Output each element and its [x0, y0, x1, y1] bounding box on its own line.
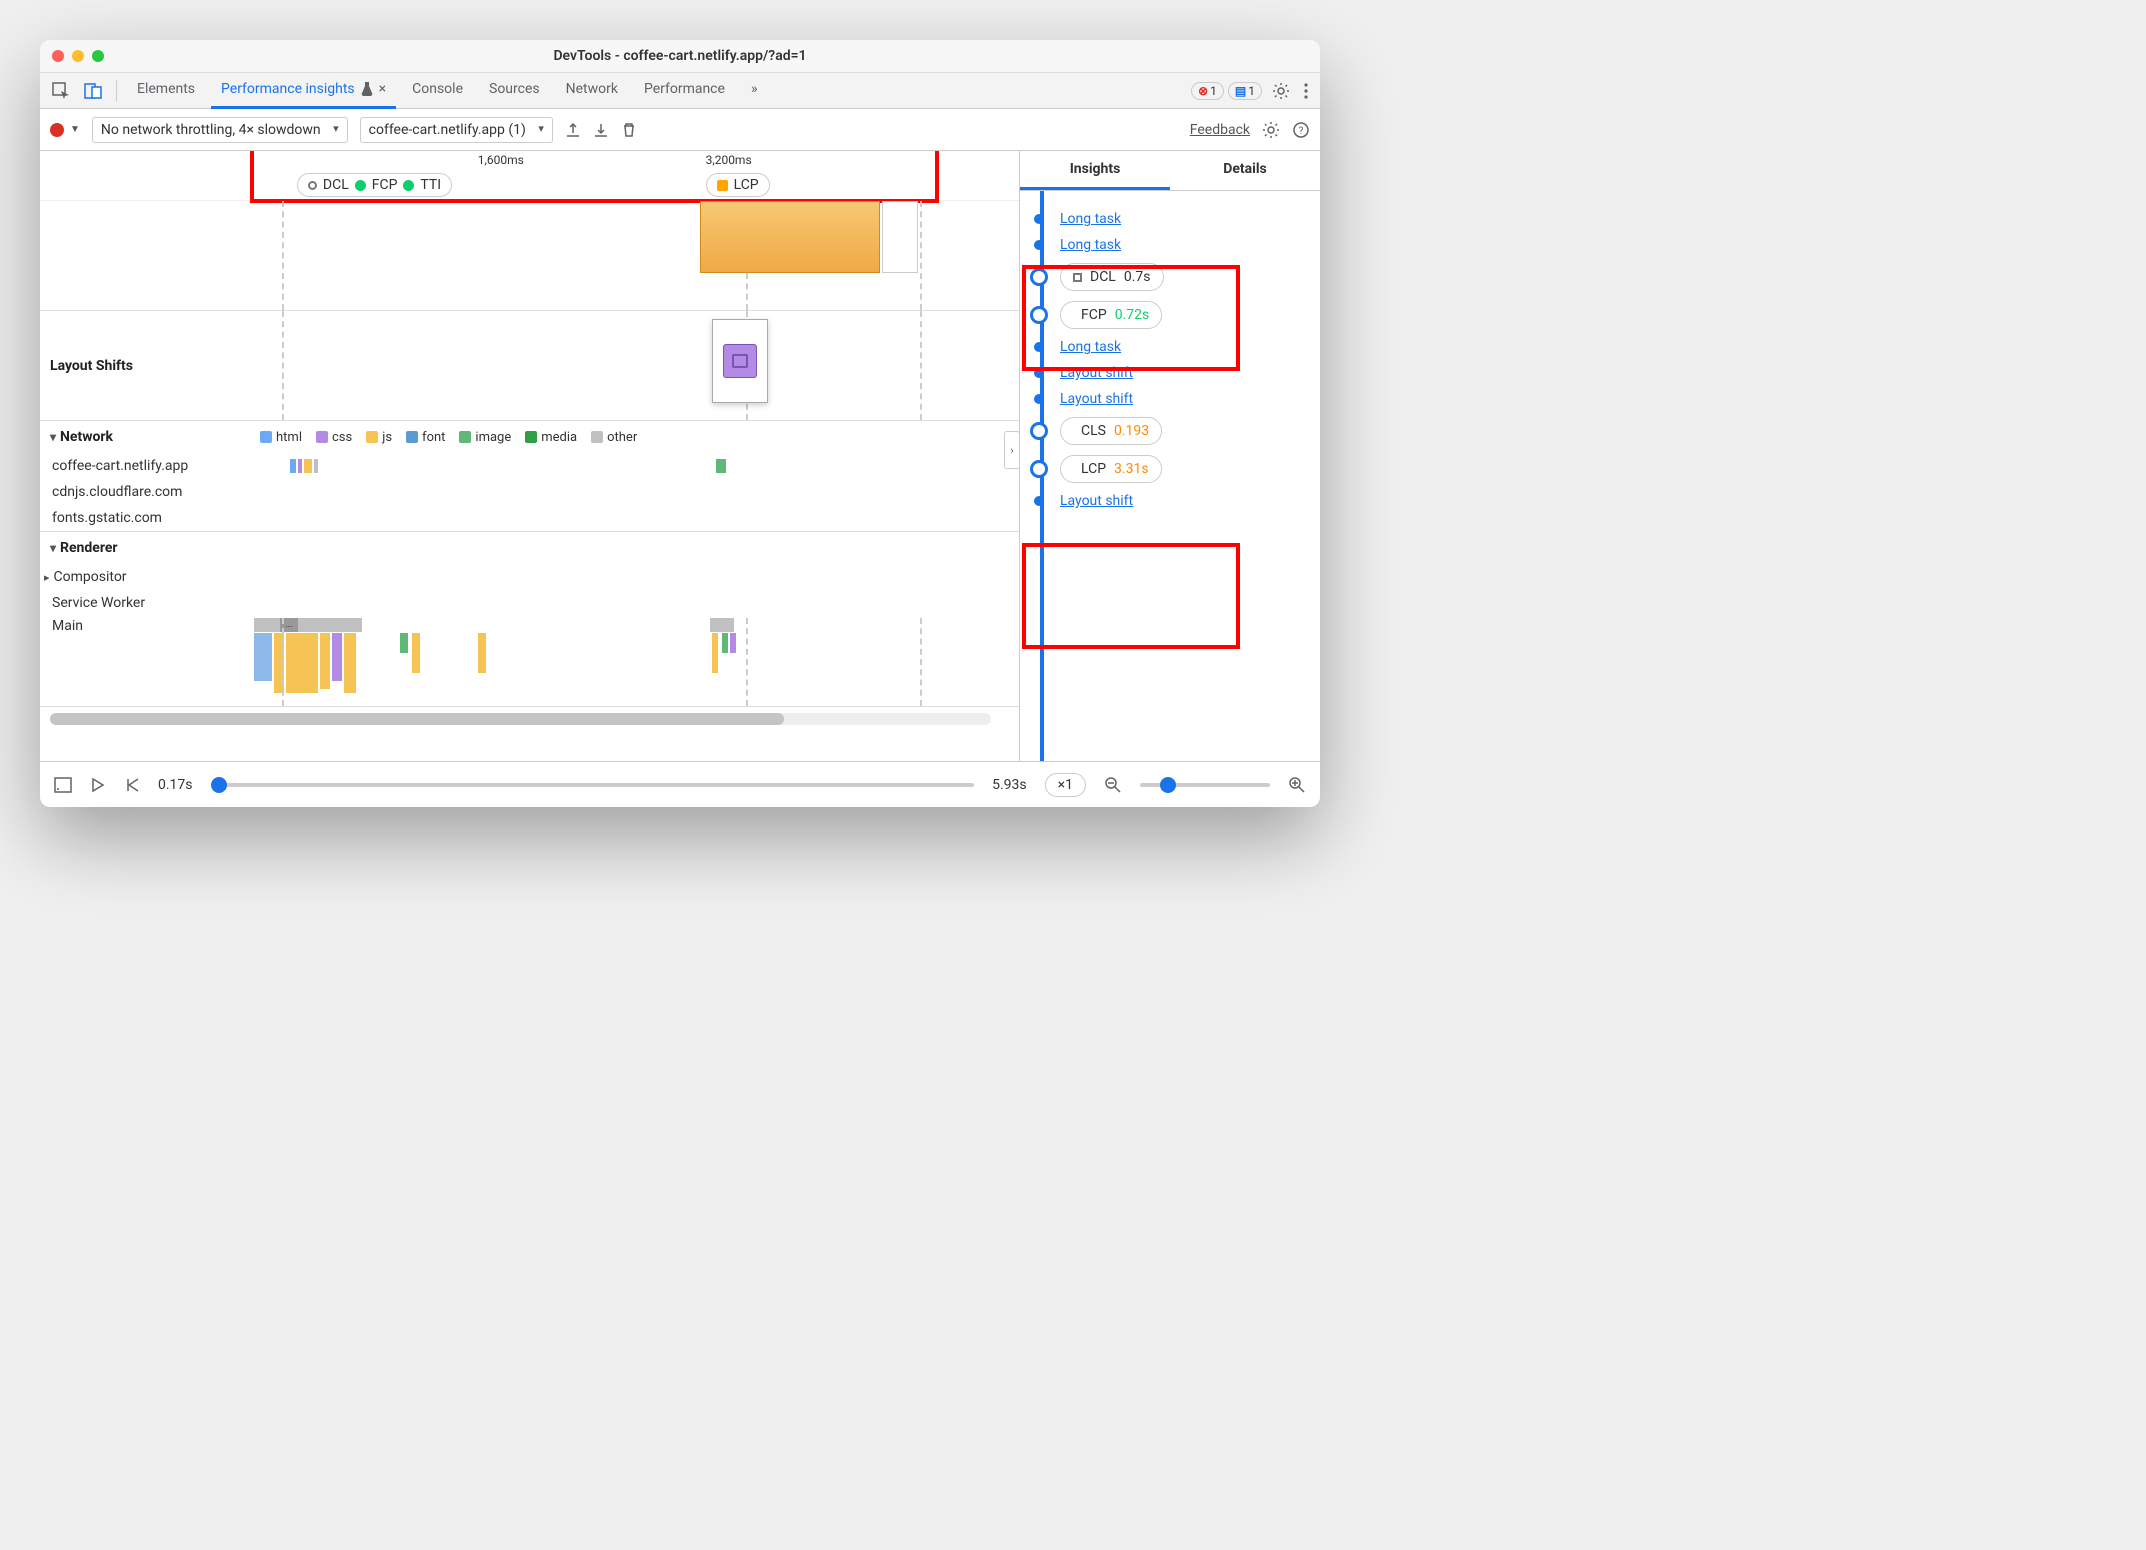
metric-pill-group[interactable]: LCP: [706, 173, 770, 197]
export-icon[interactable]: [565, 122, 581, 138]
network-section: Network htmlcssjsfont image media other cof…: [40, 421, 1019, 532]
insight-link[interactable]: Long task: [1060, 237, 1121, 253]
insight-metric-pill[interactable]: LCP3.31s: [1060, 455, 1162, 483]
pane-resize-handle[interactable]: ›: [1004, 431, 1020, 469]
maximize-window-button[interactable]: [92, 50, 104, 62]
play-icon[interactable]: [90, 777, 106, 793]
speed-pill[interactable]: ×1: [1045, 773, 1086, 797]
toggle-view-icon[interactable]: [54, 777, 72, 793]
network-label[interactable]: Network: [60, 429, 113, 445]
insight-link[interactable]: Layout shift: [1060, 365, 1133, 381]
network-host-row[interactable]: coffee-cart.netlify.app: [40, 453, 1019, 479]
recording-select[interactable]: coffee-cart.netlify.app (1): [360, 117, 553, 143]
legend-item: image: [459, 430, 511, 445]
timeline-pane: 1,600ms 3,200ms DCLFCPTTI LCP Layout Shift…: [40, 151, 1020, 761]
panel-settings-gear-icon[interactable]: [1262, 121, 1280, 139]
tab-network[interactable]: Network: [556, 73, 628, 109]
record-dropdown-icon[interactable]: ▼: [70, 124, 80, 135]
insight-link[interactable]: Layout shift: [1060, 493, 1133, 509]
devtools-window: DevTools - coffee-cart.netlify.app/?ad=1…: [40, 40, 1320, 807]
main-thread-row[interactable]: Main: [52, 618, 83, 634]
import-icon[interactable]: [593, 122, 609, 138]
insight-metric-pill[interactable]: DCL0.7s: [1060, 263, 1164, 291]
error-count-badge[interactable]: ⊗1: [1191, 82, 1224, 100]
tab-elements[interactable]: Elements: [127, 73, 205, 109]
main-content: 1,600ms 3,200ms DCLFCPTTI LCP Layout Shift…: [40, 151, 1320, 761]
insight-link[interactable]: Long task: [1060, 211, 1121, 227]
close-tab-icon[interactable]: ×: [379, 81, 386, 97]
devtools-tabbar: Elements Performance insights × Console …: [40, 73, 1320, 109]
feedback-link[interactable]: Feedback: [1190, 122, 1250, 138]
horizontal-scrollbar[interactable]: [50, 713, 991, 725]
svg-text:?: ?: [1299, 126, 1304, 137]
insight-link[interactable]: Layout shift: [1060, 391, 1133, 407]
tab-console[interactable]: Console: [402, 73, 473, 109]
message-count-badge[interactable]: ▤1: [1228, 82, 1262, 100]
settings-gear-icon[interactable]: [1268, 78, 1294, 104]
insight-metric-pill[interactable]: CLS0.193: [1060, 417, 1162, 445]
network-host-row[interactable]: fonts.gstatic.com: [40, 505, 1019, 531]
insights-timeline: Long task Long task DCL0.7s FCP0.72s Long ta…: [1020, 191, 1320, 761]
insight-link[interactable]: Long task: [1060, 339, 1121, 355]
insights-sidebar: Insights Details Long task Long task DCL0.…: [1020, 151, 1320, 761]
throttle-select[interactable]: No network throttling, 4× slowdown: [92, 117, 348, 143]
time-mark: 1,600ms: [478, 153, 524, 167]
legend-item: js: [366, 430, 392, 445]
metric-pill-group[interactable]: DCLFCPTTI: [297, 173, 452, 197]
tab-more[interactable]: »: [741, 73, 768, 109]
minimize-window-button[interactable]: [72, 50, 84, 62]
zoom-slider[interactable]: [1140, 783, 1270, 787]
network-legend: htmlcssjsfont image media other: [250, 421, 647, 453]
close-window-button[interactable]: [52, 50, 64, 62]
window-title: DevTools - coffee-cart.netlify.app/?ad=1: [52, 48, 1308, 64]
more-menu-icon[interactable]: [1300, 78, 1312, 104]
legend-item: other: [591, 430, 637, 445]
service-worker-row[interactable]: Service Worker: [52, 595, 145, 611]
flask-icon: [361, 82, 373, 96]
playbar: 0.17s 5.93s ×1: [40, 761, 1320, 807]
playhead-slider[interactable]: [211, 783, 975, 787]
zoom-in-icon[interactable]: [1288, 776, 1306, 794]
insight-metric-pill[interactable]: FCP0.72s: [1060, 301, 1162, 329]
layout-shift-thumbnail[interactable]: [712, 319, 768, 403]
renderer-label[interactable]: Renderer: [60, 540, 118, 556]
legend-item: html: [260, 430, 302, 445]
compositor-row[interactable]: Compositor: [54, 569, 127, 585]
help-icon[interactable]: ?: [1292, 121, 1310, 139]
network-host-row[interactable]: cdnjs.cloudflare.com: [40, 479, 1019, 505]
jump-start-icon[interactable]: [124, 777, 140, 793]
overview-filmstrip[interactable]: [40, 201, 1019, 311]
renderer-section: Renderer ▸Compositor Service Worker Main…: [40, 532, 1019, 707]
inspect-element-icon[interactable]: [48, 78, 74, 104]
playhead-start-time: 0.17s: [158, 777, 193, 793]
layout-shifts-label: Layout Shifts: [50, 358, 133, 374]
delete-icon[interactable]: [621, 122, 637, 138]
layout-shifts-track: Layout Shifts: [40, 311, 1019, 421]
tab-performance-insights[interactable]: Performance insights ×: [211, 73, 396, 109]
legend-item: media: [525, 430, 577, 445]
tab-sources[interactable]: Sources: [479, 73, 550, 109]
main-flame-chart[interactable]: ...: [250, 618, 1019, 706]
insights-toolbar: ▼ No network throttling, 4× slowdown cof…: [40, 109, 1320, 151]
legend-item: font: [406, 430, 445, 445]
zoom-out-icon[interactable]: [1104, 776, 1122, 794]
playhead-end-time: 5.93s: [992, 777, 1027, 793]
tab-performance[interactable]: Performance: [634, 73, 735, 109]
device-toolbar-icon[interactable]: [80, 78, 106, 104]
titlebar: DevTools - coffee-cart.netlify.app/?ad=1: [40, 40, 1320, 73]
record-button[interactable]: [50, 123, 64, 137]
details-tab[interactable]: Details: [1170, 151, 1320, 190]
time-mark: 3,200ms: [706, 153, 752, 167]
legend-item: css: [316, 430, 352, 445]
time-ruler[interactable]: 1,600ms 3,200ms DCLFCPTTI LCP: [40, 151, 1019, 201]
insights-tab[interactable]: Insights: [1020, 151, 1170, 190]
